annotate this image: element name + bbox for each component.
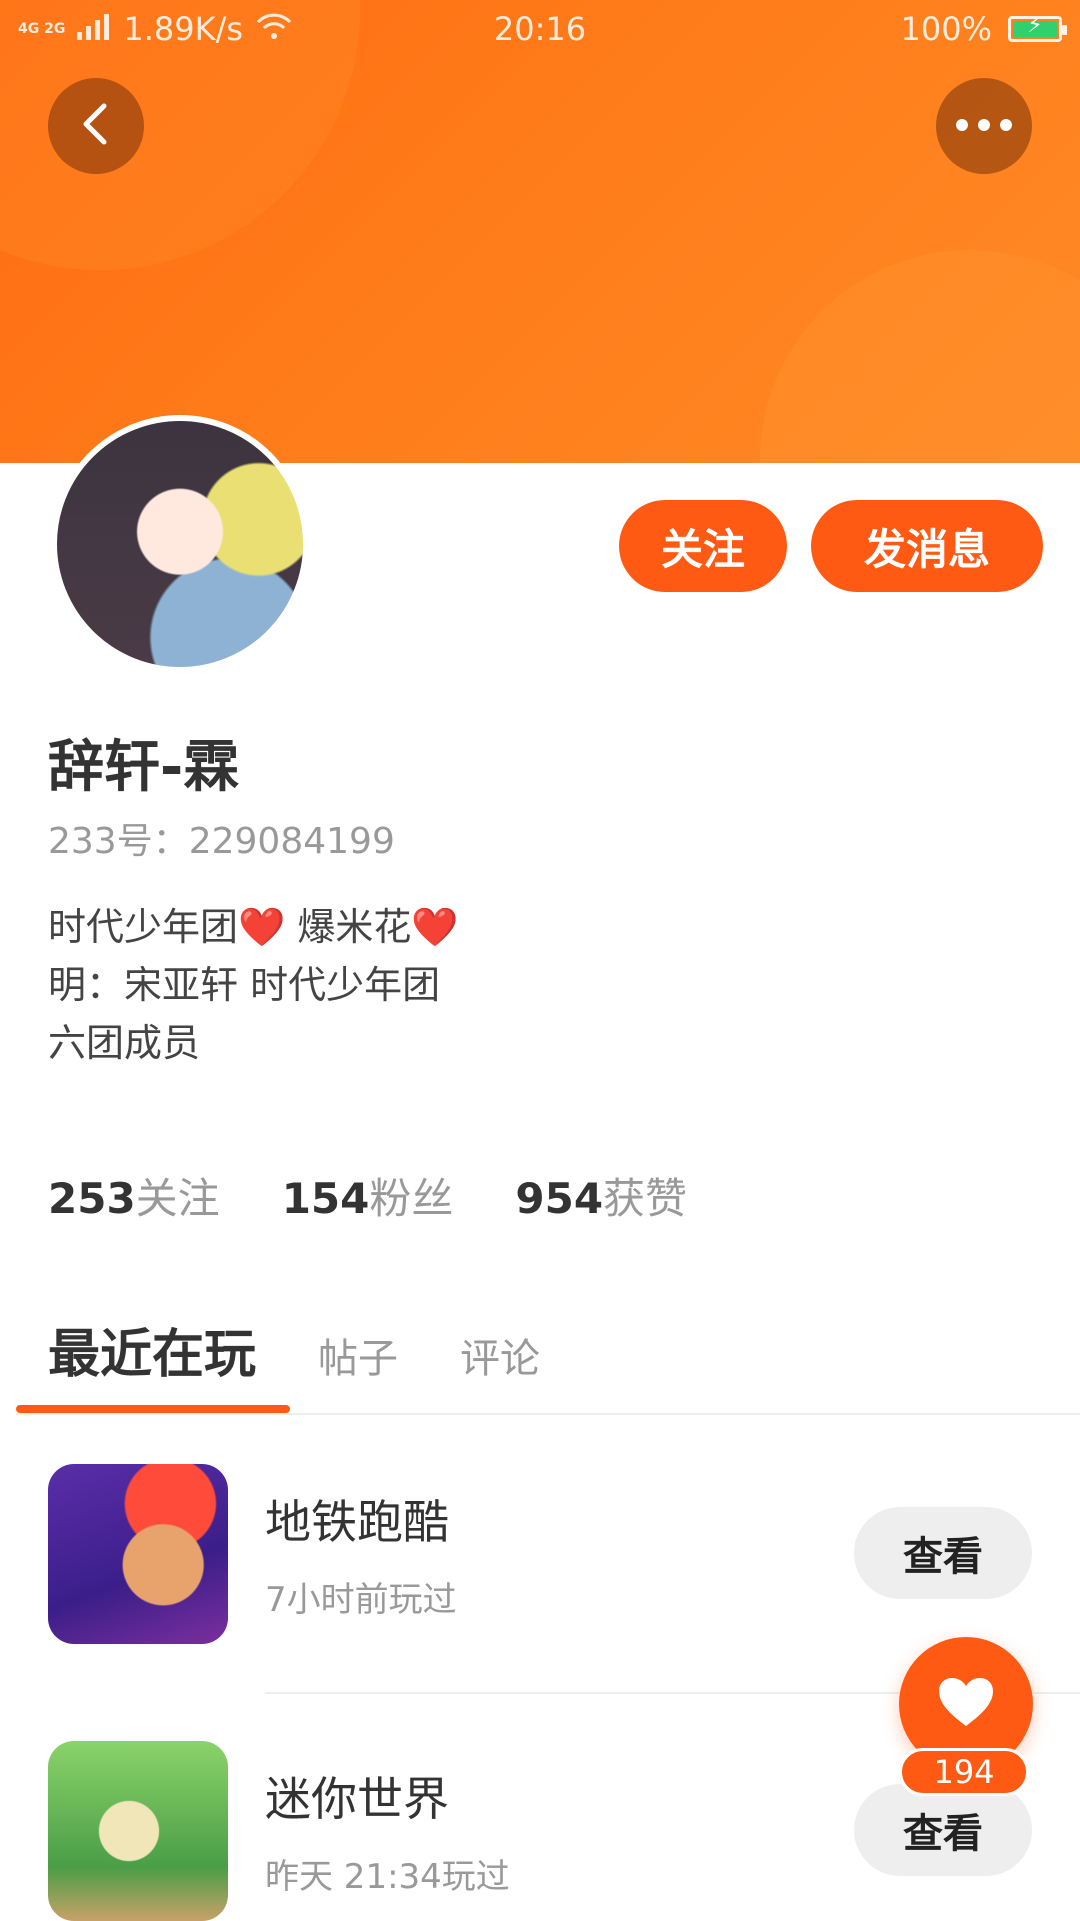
- more-button[interactable]: [936, 78, 1032, 174]
- tab-comments[interactable]: 评论: [460, 1326, 540, 1384]
- game-last-played: 昨天 21:34玩过: [265, 1857, 510, 1897]
- battery-icon: ⚡: [1008, 13, 1067, 42]
- stat-following[interactable]: 253关注: [48, 1165, 220, 1226]
- stat-fans[interactable]: 154粉丝: [282, 1165, 454, 1226]
- stat-label: 关注: [135, 1174, 220, 1223]
- status-bar: 4G 2G 1.89K/s 20:16 100% ⚡: [0, 0, 1080, 58]
- username: 辞轩-霖: [48, 735, 240, 800]
- more-horizontal-icon: [954, 117, 1014, 136]
- tab-active-indicator: [16, 1405, 290, 1413]
- follow-button[interactable]: 关注: [619, 500, 787, 592]
- stats-row: 253关注 154粉丝 954获赞: [48, 1165, 687, 1226]
- game-title: 迷你世界: [265, 1772, 449, 1826]
- game-icon[interactable]: [48, 1741, 228, 1921]
- game-last-played: 7小时前玩过: [265, 1580, 457, 1620]
- bio-line: 明：宋亚轩 时代少年团: [48, 963, 441, 1007]
- stat-value: 253: [48, 1174, 136, 1223]
- stat-value: 154: [281, 1174, 370, 1223]
- chevron-left-icon: [76, 100, 116, 152]
- stat-label: 获赞: [603, 1174, 688, 1223]
- back-button[interactable]: [48, 78, 144, 174]
- profile-banner: [0, 0, 1080, 463]
- like-count-badge: 194: [899, 1748, 1029, 1796]
- user-id: 233号：229084199: [48, 821, 395, 862]
- bio: 时代少年团❤️ 爆米花❤️ 明：宋亚轩 时代少年团 六团成员: [48, 898, 459, 1072]
- bio-line: 时代少年团❤️ 爆米花❤️: [48, 905, 459, 949]
- avatar[interactable]: [51, 415, 309, 673]
- heart-icon: [937, 1676, 995, 1732]
- stat-label: 粉丝: [369, 1174, 454, 1223]
- send-message-button[interactable]: 发消息: [811, 500, 1043, 592]
- tab-recent-played[interactable]: 最近在玩: [48, 1312, 256, 1387]
- list-item[interactable]: 地铁跑酷 7小时前玩过 查看: [0, 1464, 1080, 1644]
- game-title: 地铁跑酷: [265, 1495, 449, 1549]
- divider: [16, 1413, 1080, 1415]
- view-button[interactable]: 查看: [854, 1507, 1032, 1599]
- bio-line: 六团成员: [48, 1021, 201, 1065]
- stat-value: 954: [515, 1174, 604, 1223]
- tab-bar: 最近在玩 帖子 评论: [48, 1312, 540, 1387]
- battery-level: 100%: [900, 10, 992, 48]
- game-icon[interactable]: [48, 1464, 228, 1644]
- stat-likes[interactable]: 954获赞: [515, 1165, 687, 1226]
- view-button[interactable]: 查看: [854, 1784, 1032, 1876]
- tab-posts[interactable]: 帖子: [318, 1326, 398, 1384]
